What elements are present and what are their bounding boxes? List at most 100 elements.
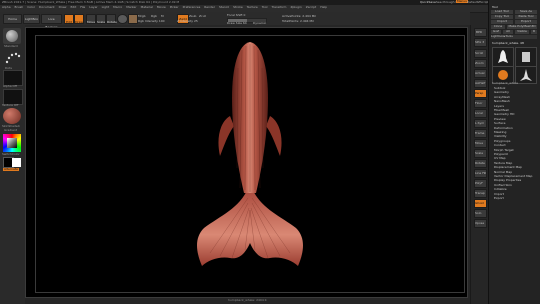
line-fill-button[interactable]: Line Fill — [474, 169, 487, 178]
menu-stroke[interactable]: Stroke — [233, 5, 243, 9]
rgb-toggle[interactable]: Rgb — [151, 14, 157, 18]
section-normal-map[interactable]: Normal Map — [494, 170, 512, 174]
aahalf-button[interactable]: AAHalf — [474, 79, 487, 88]
frame-button[interactable]: Frame — [474, 129, 487, 138]
section-initialize[interactable]: Initialize — [494, 187, 507, 191]
menu-light[interactable]: Light — [102, 5, 110, 9]
rgb-intensity-label[interactable]: Rgb Intensity 100 — [138, 19, 165, 23]
scale-button[interactable]: Scale — [96, 14, 106, 24]
section-unified-skin[interactable]: Unified Skin — [494, 183, 512, 187]
floor-button[interactable]: Floor — [474, 99, 487, 108]
transp-button[interactable]: Transp — [474, 189, 487, 198]
section-polypaint[interactable]: Polypaint — [494, 152, 508, 156]
section-deformation[interactable]: Deformation — [494, 126, 513, 130]
color-picker-icon[interactable] — [3, 134, 21, 152]
brush-slot[interactable] — [3, 28, 21, 44]
primary-color-swatch[interactable] — [12, 158, 21, 167]
menu-edit[interactable]: Edit — [70, 5, 76, 9]
color-picker-square[interactable] — [7, 138, 17, 148]
menu-document[interactable]: Document — [39, 5, 55, 9]
menu-zscript[interactable]: Zscript — [306, 5, 316, 9]
section-layers[interactable]: Layers — [494, 104, 504, 108]
menu-zplugin[interactable]: Zplugin — [290, 5, 301, 9]
section-fibermesh[interactable]: FiberMesh — [494, 108, 509, 112]
lsym-button[interactable]: L.Sym — [474, 119, 487, 128]
menu-texture[interactable]: Texture — [247, 5, 258, 9]
actual-button[interactable]: Actual — [474, 69, 487, 78]
menu-layer[interactable]: Layer — [89, 5, 97, 9]
ghost-button[interactable]: Ghost — [474, 199, 487, 208]
menu-macro[interactable]: Macro — [113, 5, 122, 9]
zcut-toggle[interactable]: Zcut — [199, 14, 206, 18]
section-texture-map[interactable]: Texture Map — [494, 161, 512, 165]
m-toggle[interactable]: M — [161, 14, 164, 18]
move-view-button[interactable]: Move — [474, 139, 487, 148]
quicksave-button[interactable]: QuickSave — [420, 0, 436, 4]
rotate-view-button[interactable]: Rotate — [474, 159, 487, 168]
scale-view-button[interactable]: Scale — [474, 149, 487, 158]
material-swatch-icon[interactable] — [128, 14, 138, 24]
menu-stencil[interactable]: Stencil — [219, 5, 229, 9]
lightbox-button[interactable]: LightBox — [23, 14, 40, 24]
section-geometry-hd[interactable]: Geometry HD — [494, 112, 514, 116]
live-boolean-button[interactable]: Live Boolean — [41, 14, 62, 29]
menu-help[interactable]: Help — [320, 5, 327, 9]
section-morph-target[interactable]: Morph Target — [494, 148, 514, 152]
zoom-button[interactable]: Zoom — [474, 59, 487, 68]
persp-button[interactable]: Persp — [474, 89, 487, 98]
section-nanomesh[interactable]: NanoMesh — [494, 99, 510, 103]
tool-thumb-whale[interactable] — [492, 47, 514, 67]
zsub-toggle[interactable]: Zsub — [189, 14, 196, 18]
draw-button[interactable]: Draw — [74, 14, 84, 24]
dynamic-toggle[interactable]: Dynamic — [253, 21, 266, 25]
menu-picker[interactable]: Picker — [170, 5, 179, 9]
move-button[interactable]: Move — [86, 14, 96, 24]
lightbox-tools-button[interactable]: Lightbox▸Tools — [491, 34, 537, 39]
section-masking[interactable]: Masking — [494, 130, 506, 134]
material-sphere-icon[interactable] — [3, 108, 21, 124]
local-button[interactable]: Local — [474, 109, 487, 118]
section-displacement-map[interactable]: Displacement Map — [494, 165, 522, 169]
section-surface[interactable]: Surface — [494, 121, 505, 125]
tool-thumb-pm3d[interactable] — [515, 66, 537, 84]
section-export[interactable]: Export — [494, 196, 504, 200]
tool-thumb-simplebrush[interactable] — [515, 47, 537, 67]
switch-color-label[interactable]: SwitchColor — [2, 152, 20, 156]
menu-material[interactable]: Material — [141, 5, 153, 9]
xpose-button[interactable]: Xpose — [474, 219, 487, 228]
section-vector-displacement-map[interactable]: Vector Displacement Map — [494, 174, 532, 178]
menu-file[interactable]: File — [80, 5, 85, 9]
menu-preferences[interactable]: Preferences — [183, 5, 201, 9]
rotate-button[interactable]: Rotate — [106, 14, 117, 24]
solo-button[interactable]: Solo — [474, 209, 487, 218]
section-contact[interactable]: Contact — [494, 143, 506, 147]
section-preview[interactable]: Preview — [494, 117, 506, 121]
section-display-properties[interactable]: Display Properties — [494, 178, 521, 182]
default-zscript-button[interactable]: DefaultZScript — [467, 0, 489, 4]
section-geometry[interactable]: Geometry — [494, 90, 509, 94]
menu-render[interactable]: Render — [204, 5, 215, 9]
visible-button[interactable]: Visible — [515, 29, 529, 34]
r-button[interactable]: R — [531, 29, 537, 34]
spix-button[interactable]: SPix 3 — [474, 38, 487, 47]
alternate-toggle[interactable]: Alternate — [3, 167, 19, 172]
menu-tool[interactable]: Tool — [262, 5, 268, 9]
section-visibility[interactable]: Visibility — [494, 134, 507, 138]
menu-brush[interactable]: Brush — [15, 5, 24, 9]
menu-alpha[interactable]: Alpha — [2, 5, 11, 9]
section-polygroups[interactable]: Polygroups — [494, 139, 510, 143]
edit-button[interactable]: Edit — [64, 14, 74, 24]
scroll-button[interactable]: Scroll — [474, 49, 487, 58]
sphere-icon[interactable] — [117, 14, 128, 24]
z-intensity-label[interactable]: Z Intensity 25 — [177, 19, 198, 23]
section-import[interactable]: Import — [494, 192, 504, 196]
gradient-label[interactable]: Gradient — [4, 128, 17, 132]
whale-model[interactable] — [190, 38, 310, 298]
seethrough-slider[interactable]: See-through 0 — [436, 0, 457, 4]
stroke-slot[interactable] — [3, 49, 21, 67]
menu-draw[interactable]: Draw — [59, 5, 67, 9]
polyf-button[interactable]: PolyF — [474, 179, 487, 188]
home-page-button[interactable]: Home Page — [3, 14, 22, 29]
section-subtool[interactable]: Subtool — [494, 86, 505, 90]
mrgb-toggle[interactable]: Mrgb — [138, 14, 146, 18]
